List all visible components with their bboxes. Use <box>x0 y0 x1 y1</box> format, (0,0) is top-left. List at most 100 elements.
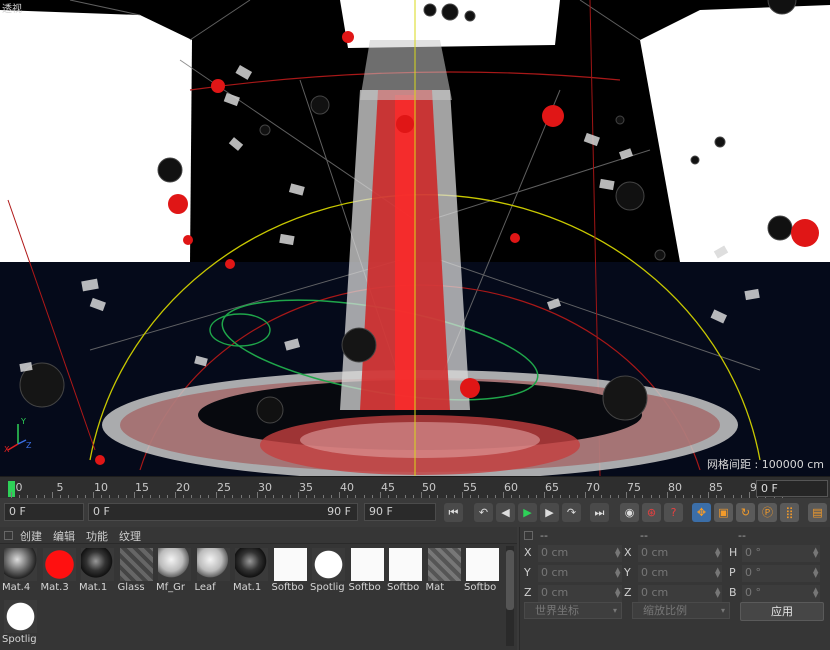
timeline-tick <box>716 495 718 498</box>
coord-axis-label: X <box>624 546 632 559</box>
material-name: Mat <box>425 582 445 593</box>
auto-key-icon[interactable]: ⊛ <box>642 503 661 522</box>
timeline-tick-label: 20 <box>176 481 190 494</box>
frame-range-slider[interactable]: 0 F 90 F <box>88 503 358 521</box>
axis-x-label: X <box>4 445 10 454</box>
material-item[interactable]: Mat <box>426 546 462 596</box>
material-item[interactable]: Mat.4 <box>2 546 38 596</box>
3d-viewport[interactable]: 透视 Y X Z 网格间距 : 100000 cm <box>0 0 830 476</box>
play-icon[interactable]: ▶ <box>518 503 537 522</box>
spinner-arrows-icon[interactable]: ▲ ▼ <box>813 547 818 559</box>
material-scrollbar[interactable] <box>506 546 514 646</box>
film-tool-icon[interactable]: ▤ <box>808 503 827 522</box>
material-item[interactable]: Mf_Gr <box>156 546 192 596</box>
timeline-tick <box>552 495 554 498</box>
timeline-tick <box>421 492 422 498</box>
current-frame-field[interactable]: 0 F <box>756 480 828 497</box>
material-swatch <box>389 548 422 581</box>
coord-value-field[interactable]: 0 ° <box>742 565 820 582</box>
timeline-tick <box>724 495 726 498</box>
timeline-tick <box>76 495 78 498</box>
timeline-tick <box>158 495 160 498</box>
spinner-arrows-icon[interactable]: ▲ ▼ <box>813 567 818 579</box>
scale-mode-dropdown[interactable]: 缩放比例 ▾ <box>632 602 730 619</box>
record-key-icon[interactable]: ◉ <box>620 503 639 522</box>
menu-create[interactable]: 创建 <box>20 528 42 544</box>
menu-function[interactable]: 功能 <box>86 528 108 544</box>
go-to-start-icon[interactable]: ⏮ <box>444 503 463 522</box>
timeline-tick <box>257 492 258 498</box>
spinner-arrows-icon[interactable]: ▲ ▼ <box>715 567 720 579</box>
material-item[interactable]: Spotlig <box>310 546 346 596</box>
material-swatch <box>427 548 461 581</box>
rotate-tool-icon[interactable]: ↻ <box>736 503 755 522</box>
coord-row: Z0 cm ▲ ▼ Z 0 cm ▲ ▼ B 0 ° ▲ ▼ <box>524 585 824 603</box>
spinner-arrows-icon[interactable]: ▲ ▼ <box>715 547 720 559</box>
menu-grip-icon[interactable] <box>4 531 13 540</box>
menu-texture[interactable]: 纹理 <box>119 528 141 544</box>
timeline-tick <box>60 495 62 498</box>
spinner-arrows-icon[interactable]: ▲ ▼ <box>615 567 620 579</box>
timeline-tick <box>232 495 234 498</box>
coord-value-field[interactable]: 0 ° <box>742 545 820 562</box>
timeline-ruler[interactable]: 051015202530354045505560657075808590 0 F <box>0 476 830 498</box>
material-item[interactable]: Mat.1 <box>233 546 269 596</box>
coord-value-field[interactable]: 0 cm <box>638 565 722 582</box>
end-frame-field[interactable]: 90 F <box>364 503 436 521</box>
coord-value-field[interactable]: 0 cm <box>538 545 622 562</box>
apply-button[interactable]: 应用 <box>740 602 824 621</box>
material-item[interactable]: Softbo <box>387 546 423 596</box>
coord-value-field[interactable]: 0 cm <box>538 565 622 582</box>
material-item[interactable]: Softbo <box>349 546 385 596</box>
keyframe-help-icon[interactable]: ? <box>664 503 683 522</box>
coord-value-field[interactable]: 0 ° <box>742 585 820 602</box>
material-item[interactable]: Spotlig <box>2 598 38 648</box>
material-swatch <box>4 548 37 581</box>
next-key-icon[interactable]: ↷ <box>562 503 581 522</box>
material-item[interactable]: Softbo <box>272 546 308 596</box>
coord-grip-icon[interactable] <box>524 531 533 540</box>
material-item[interactable]: Glass <box>118 546 154 596</box>
spinner-arrows-icon[interactable]: ▲ ▼ <box>615 587 620 599</box>
prev-frame-icon[interactable]: ◀ <box>496 503 515 522</box>
material-item[interactable]: Mat.3 <box>41 546 77 596</box>
spinner-arrows-icon[interactable]: ▲ ▼ <box>813 587 818 599</box>
go-to-end-icon[interactable]: ⏭ <box>590 503 609 522</box>
timeline-tick <box>240 495 242 498</box>
range-start-label: 0 F <box>93 505 110 518</box>
spinner-arrows-icon[interactable]: ▲ ▼ <box>615 547 620 559</box>
move-tool-icon[interactable]: ✥ <box>692 503 711 522</box>
coord-value-field[interactable]: 0 cm <box>638 585 722 602</box>
material-name: Softbo <box>387 582 420 593</box>
timeline-tick-label: 80 <box>668 481 682 494</box>
menu-edit[interactable]: 编辑 <box>53 528 75 544</box>
timeline-tick-label: 30 <box>258 481 272 494</box>
timeline-tick <box>298 492 299 498</box>
param-tool-icon[interactable]: Ⓟ <box>758 503 777 522</box>
start-frame-field[interactable]: 0 F <box>4 503 84 521</box>
timeline-tick <box>437 495 439 498</box>
material-item[interactable]: Softbo <box>464 546 500 596</box>
timeline-tick <box>355 495 357 498</box>
coord-system-dropdown[interactable]: 世界坐标 ▾ <box>524 602 622 619</box>
coord-axis-label: Z <box>524 586 532 599</box>
coord-header-size: -- <box>640 529 648 542</box>
coord-value-field[interactable]: 0 cm <box>538 585 622 602</box>
timeline-tick <box>35 495 37 498</box>
material-name: Softbo <box>464 582 497 593</box>
timeline-tick <box>273 495 275 498</box>
timeline-tick <box>388 495 390 498</box>
spinner-arrows-icon[interactable]: ▲ ▼ <box>715 587 720 599</box>
next-frame-icon[interactable]: ▶ <box>540 503 559 522</box>
timeline-tick <box>560 495 562 498</box>
coord-value-field[interactable]: 0 cm <box>638 545 722 562</box>
axis-y-label: Y <box>20 417 26 426</box>
scale-tool-icon[interactable]: ▣ <box>714 503 733 522</box>
grid-tool-icon[interactable]: ⣿ <box>780 503 799 522</box>
timeline-tick <box>371 495 373 498</box>
material-swatch <box>350 548 384 581</box>
prev-key-icon[interactable]: ↶ <box>474 503 493 522</box>
timeline-tick <box>576 495 578 498</box>
material-item[interactable]: Mat.1 <box>79 546 115 596</box>
material-item[interactable]: Leaf <box>195 546 231 596</box>
